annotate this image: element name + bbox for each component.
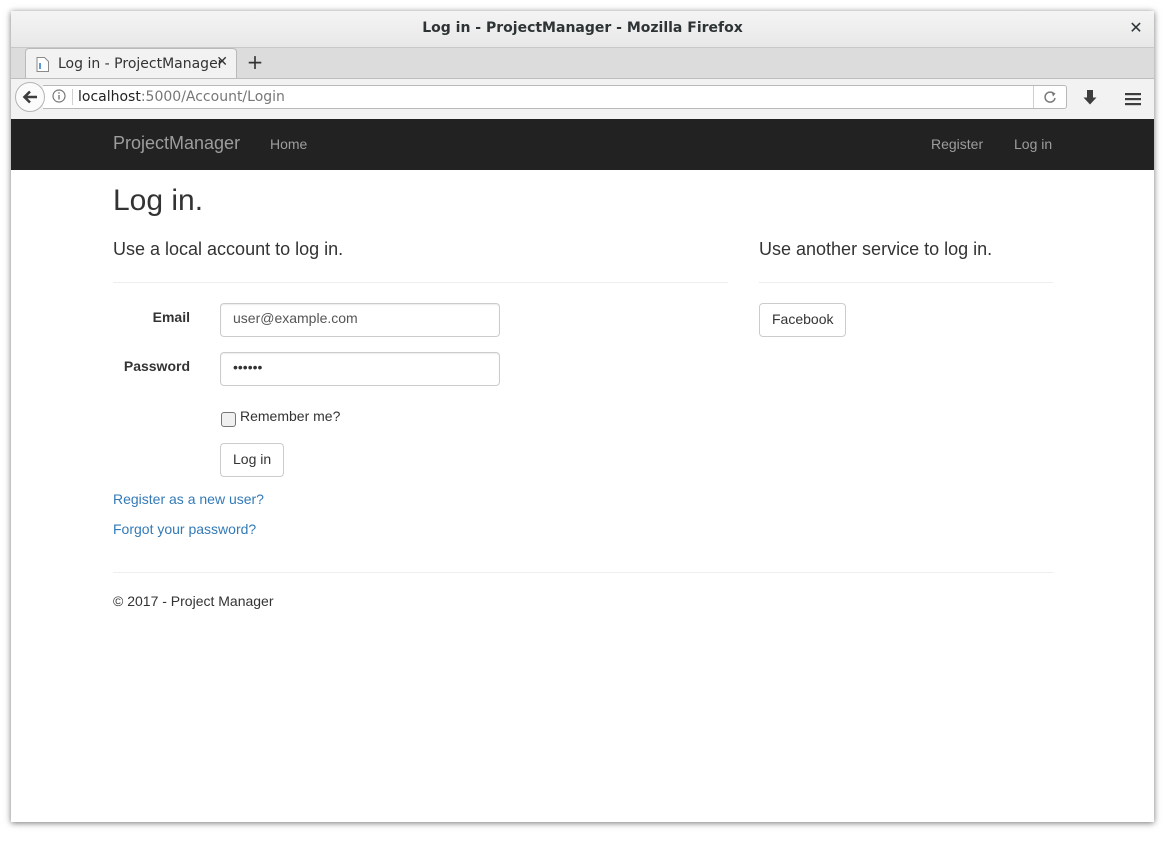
tab-close-button[interactable]: ✕ [216,54,228,70]
email-label: Email [152,309,190,325]
tab-login[interactable]: Log in - ProjectManager ✕ [25,48,237,78]
email-field[interactable]: user@example.com [220,303,500,337]
brand-link[interactable]: ProjectManager [113,133,240,154]
remember-me-checkbox[interactable] [221,412,236,427]
forgot-password-link[interactable]: Forgot your password? [113,521,256,537]
url-separator [72,89,73,105]
external-login-heading: Use another service to log in. [759,239,993,259]
url-path: :5000/Account/Login [140,89,285,105]
footer-copyright: © 2017 - Project Manager [113,593,274,609]
tab-title: Log in - ProjectManager [58,56,224,72]
page-title: Log in. [113,184,204,217]
hamburger-menu-icon[interactable] [1123,90,1143,108]
url-bar[interactable]: localhost:5000/Account/Login [43,85,1067,109]
download-icon[interactable] [1080,89,1100,107]
password-label: Password [123,358,190,374]
info-icon[interactable] [52,89,66,103]
browser-window: Log in - ProjectManager - Mozilla Firefo… [11,11,1154,822]
reload-button[interactable] [1033,86,1066,108]
nav-home-link[interactable]: Home [270,136,307,152]
tab-strip: Log in - ProjectManager ✕ + [11,48,1154,79]
local-divider [113,282,728,283]
footer-divider [113,572,1053,573]
remember-me-label[interactable]: Remember me? [240,408,340,424]
back-button[interactable] [15,82,45,112]
password-field[interactable]: •••••• [220,352,500,386]
window-close-button[interactable]: ✕ [1126,17,1146,39]
new-tab-button[interactable]: + [244,50,266,74]
login-button[interactable]: Log in [220,443,285,477]
navigation-toolbar: localhost:5000/Account/Login [11,79,1154,120]
facebook-login-button[interactable]: Facebook [759,303,847,337]
reload-icon [1044,91,1056,103]
page-icon [36,57,49,72]
external-divider [759,282,1053,283]
url-host: localhost [78,89,141,105]
window-title: Log in - ProjectManager - Mozilla Firefo… [422,20,743,36]
nav-register-link[interactable]: Register [931,136,983,152]
title-bar: Log in - ProjectManager - Mozilla Firefo… [11,11,1154,48]
site-navbar: ProjectManager Home Register Log in [11,119,1154,170]
local-account-heading: Use a local account to log in. [113,239,344,259]
url-text[interactable]: localhost:5000/Account/Login [78,89,285,105]
register-new-user-link[interactable]: Register as a new user? [113,491,264,507]
nav-login-link[interactable]: Log in [1014,136,1052,152]
back-arrow-icon [22,90,37,104]
